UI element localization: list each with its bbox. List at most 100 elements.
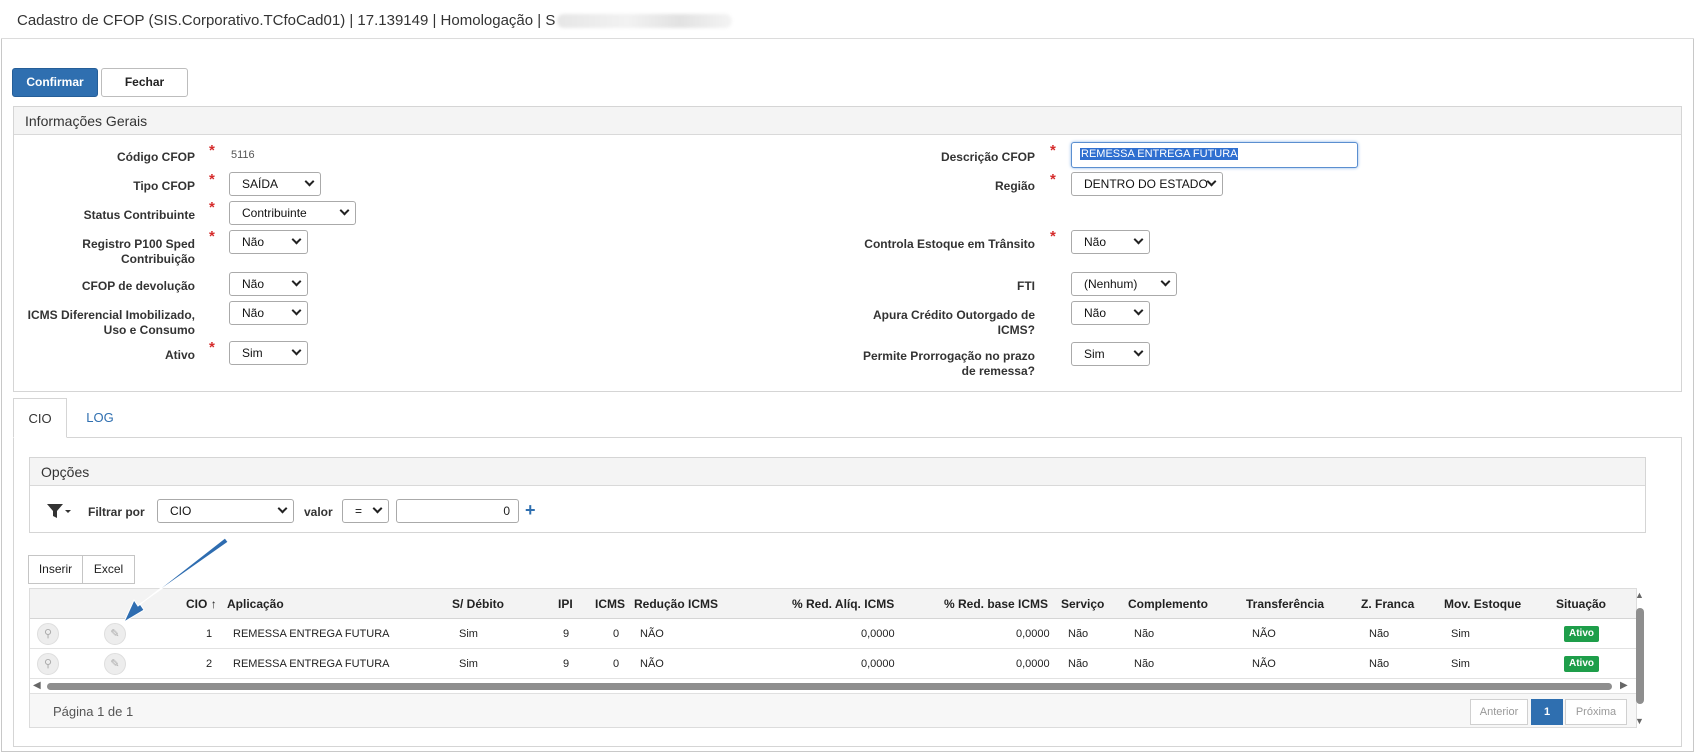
- permite-prorrogacao-label-line1: Permite Prorrogação no prazo: [862, 349, 1035, 363]
- cio-grid: CIO ↑ Aplicação S/ Débito IPI ICMS Reduç…: [29, 588, 1637, 728]
- col-ipi[interactable]: IPI: [558, 597, 573, 611]
- cell-transferencia: NÃO: [1252, 628, 1276, 640]
- filter-value-input[interactable]: 0: [396, 499, 519, 523]
- chevron-down-icon: [1160, 276, 1171, 287]
- options-title: Opções: [41, 464, 90, 480]
- tab-cio[interactable]: CIO: [13, 398, 67, 438]
- chevron-down-icon: [291, 345, 302, 356]
- tipo-cfop-select[interactable]: SAÍDA: [229, 172, 321, 196]
- window-title: Cadastro de CFOP (SIS.Corporativo.TCfoCa…: [17, 12, 733, 29]
- table-row[interactable]: ⚲ ✎ 1 REMESSA ENTREGA FUTURA Sim 9 0 NÃO…: [30, 619, 1636, 649]
- ativo-select[interactable]: Sim: [229, 341, 308, 365]
- registro-p100-select[interactable]: Não: [229, 230, 308, 254]
- cell-mov-estoque: Sim: [1451, 658, 1470, 670]
- cell-servico: Não: [1068, 658, 1089, 670]
- value-label: valor: [304, 505, 333, 519]
- general-info-title: Informações Gerais: [25, 113, 148, 129]
- status-contribuinte-select[interactable]: Contribuinte: [229, 201, 356, 225]
- regiao-select[interactable]: DENTRO DO ESTADO: [1071, 172, 1223, 196]
- regiao-selected: DENTRO DO ESTADO: [1084, 177, 1208, 191]
- col-red-base-icms[interactable]: % Red. base ICMS: [944, 597, 1048, 611]
- col-servico[interactable]: Serviço: [1061, 597, 1104, 611]
- col-z-franca[interactable]: Z. Franca: [1361, 597, 1414, 611]
- vertical-scrollbar[interactable]: ▲ ▼: [1634, 588, 1646, 728]
- scroll-up-icon[interactable]: ▲: [1635, 590, 1644, 600]
- descricao-cfop-input[interactable]: REMESSA ENTREGA FUTURA: [1071, 142, 1358, 168]
- codigo-cfop-value: 5116: [231, 149, 255, 161]
- add-filter-icon[interactable]: +: [525, 500, 536, 521]
- col-red-aliq-icms[interactable]: % Red. Alíq. ICMS: [792, 597, 894, 611]
- filter-field-selected: CIO: [170, 504, 192, 518]
- operator-select[interactable]: =: [342, 499, 389, 523]
- fti-selected: (Nenhum): [1084, 277, 1138, 291]
- apura-credito-select[interactable]: Não: [1071, 301, 1150, 325]
- controla-estoque-select[interactable]: Não: [1071, 230, 1150, 254]
- required-mark: *: [1050, 142, 1056, 159]
- registro-p100-label: Registro P100 Sped Contribuição: [20, 237, 195, 267]
- col-situacao[interactable]: Situação: [1556, 597, 1606, 611]
- cell-servico: Não: [1068, 628, 1089, 640]
- horizontal-scroll-thumb[interactable]: [47, 683, 1612, 690]
- scroll-right-icon[interactable]: ▶: [1620, 680, 1628, 691]
- cell-complemento: Não: [1134, 658, 1155, 670]
- registro-p100-selected: Não: [242, 235, 265, 249]
- status-contribuinte-selected: Contribuinte: [242, 206, 307, 220]
- required-mark: *: [209, 199, 215, 216]
- icms-diferencial-select[interactable]: Não: [229, 301, 308, 325]
- fti-select[interactable]: (Nenhum): [1071, 272, 1177, 296]
- required-mark: *: [209, 339, 215, 356]
- col-aplicacao[interactable]: Aplicação: [227, 597, 284, 611]
- col-reducao-icms[interactable]: Redução ICMS: [634, 597, 718, 611]
- cfop-devolucao-label: CFOP de devolução: [81, 279, 195, 293]
- table-row[interactable]: ⚲ ✎ 2 REMESSA ENTREGA FUTURA Sim 9 0 NÃO…: [30, 649, 1636, 679]
- col-mov-estoque[interactable]: Mov. Estoque: [1444, 597, 1521, 611]
- col-icms[interactable]: ICMS: [595, 597, 625, 611]
- tab-log[interactable]: LOG: [80, 398, 120, 438]
- pager-previous-button[interactable]: Anterior: [1470, 699, 1528, 725]
- filter-field-select[interactable]: CIO: [157, 499, 294, 523]
- descricao-cfop-selected-text: REMESSA ENTREGA FUTURA: [1080, 148, 1239, 160]
- cell-z-franca: Não: [1369, 628, 1390, 640]
- chevron-down-icon: [291, 305, 302, 316]
- scroll-left-icon[interactable]: ◀: [33, 680, 41, 691]
- scroll-down-icon[interactable]: ▼: [1635, 716, 1644, 726]
- insert-button[interactable]: Inserir: [28, 555, 83, 584]
- cell-red-base: 0,0000: [1016, 628, 1050, 640]
- col-s-debito[interactable]: S/ Débito: [452, 597, 504, 611]
- cell-aplicacao: REMESSA ENTREGA FUTURA: [233, 658, 390, 670]
- search-icon[interactable]: ⚲: [37, 653, 59, 675]
- col-complemento[interactable]: Complemento: [1128, 597, 1208, 611]
- required-mark: *: [209, 171, 215, 188]
- annotation-arrow-icon: [122, 538, 229, 624]
- icms-diferencial-label: ICMS Diferencial Imobilizado, Uso e Consu…: [12, 308, 195, 338]
- operator-selected: =: [355, 504, 363, 518]
- cell-red-aliq: 0,0000: [861, 658, 895, 670]
- chevron-down-icon: [291, 234, 302, 245]
- confirm-button[interactable]: Confirmar: [12, 68, 98, 97]
- horizontal-scrollbar[interactable]: ◀ ▶: [30, 679, 1636, 693]
- pager-current-page[interactable]: 1: [1531, 699, 1563, 725]
- chevron-down-icon: [291, 276, 302, 287]
- apura-credito-selected: Não: [1084, 306, 1107, 320]
- chevron-down-icon: [1206, 176, 1217, 187]
- permite-prorrogacao-selected: Sim: [1084, 347, 1105, 361]
- redacted-text: [557, 14, 733, 29]
- cell-s-debito: Sim: [459, 628, 478, 640]
- cfop-devolucao-select[interactable]: Não: [229, 272, 308, 296]
- cell-icms: 0: [613, 658, 620, 670]
- status-badge: Ativo: [1564, 656, 1599, 672]
- edit-icon[interactable]: ✎: [104, 653, 126, 675]
- title-bar: Cadastro de CFOP (SIS.Corporativo.TCfoCa…: [1, 1, 1694, 39]
- pager-next-button[interactable]: Próxima: [1565, 699, 1627, 725]
- general-info-header: Informações Gerais: [14, 107, 1681, 135]
- registro-p100-label-line2: Contribuição: [121, 252, 195, 266]
- permite-prorrogacao-select[interactable]: Sim: [1071, 342, 1150, 366]
- cell-cio: 2: [206, 658, 213, 670]
- vertical-scroll-thumb[interactable]: [1636, 608, 1644, 704]
- permite-prorrogacao-label: Permite Prorrogação no prazo de remessa?: [800, 349, 1035, 379]
- fti-label: FTI: [1017, 279, 1035, 293]
- search-icon[interactable]: ⚲: [37, 623, 59, 645]
- close-button[interactable]: Fechar: [101, 68, 188, 97]
- col-transferencia[interactable]: Transferência: [1246, 597, 1324, 611]
- filter-icon[interactable]: [46, 502, 72, 523]
